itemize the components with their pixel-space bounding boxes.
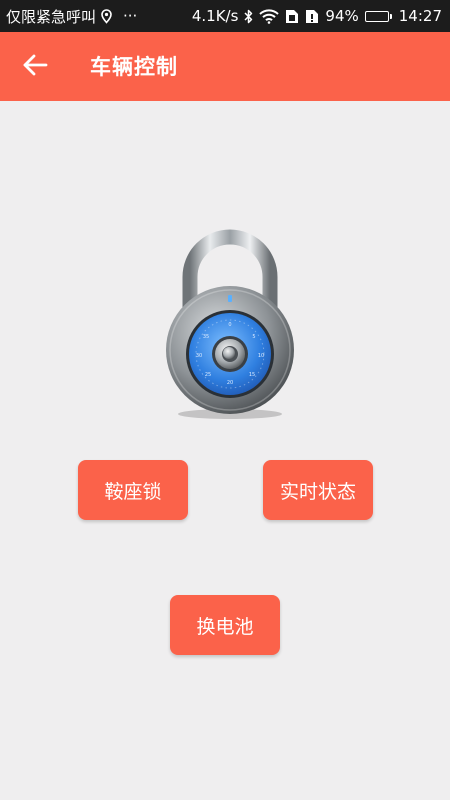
padlock-icon: 0 5 10 15 20 25 30 35: [158, 222, 302, 422]
svg-text:15: 15: [249, 372, 255, 378]
app-bar: 车辆控制: [0, 32, 450, 101]
sim2-icon: [305, 9, 319, 24]
svg-text:10: 10: [258, 353, 264, 359]
clock-time: 14:27: [398, 7, 442, 25]
battery-icon: [364, 10, 392, 22]
wifi-icon: [259, 8, 280, 24]
svg-text:30: 30: [196, 353, 202, 359]
bluetooth-icon: [244, 9, 253, 24]
svg-text:0: 0: [228, 322, 231, 328]
status-bar: 仅限紧急呼叫 ··· 4.1K/s 94% 14:27: [0, 0, 450, 32]
seat-lock-button[interactable]: 鞍座锁: [78, 460, 188, 520]
svg-text:25: 25: [205, 372, 211, 378]
network-speed: 4.1K/s: [191, 7, 239, 25]
realtime-status-button[interactable]: 实时状态: [263, 460, 373, 520]
battery-percent: 94%: [325, 7, 359, 25]
page-title: 车辆控制: [90, 55, 178, 79]
back-button[interactable]: [19, 52, 51, 82]
arrow-left-icon: [22, 53, 48, 81]
location-icon: [101, 8, 112, 24]
swap-battery-button[interactable]: 换电池: [170, 595, 280, 655]
svg-text:35: 35: [203, 334, 209, 340]
status-bar-right: 4.1K/s 94% 14:27: [192, 7, 442, 25]
carrier-text: 仅限紧急呼叫: [6, 7, 97, 26]
sim1-icon: [285, 9, 299, 24]
svg-text:20: 20: [227, 380, 233, 386]
more-notifications-indicator: ···: [123, 7, 138, 25]
status-bar-left: 仅限紧急呼叫 ···: [6, 6, 137, 27]
svg-text:5: 5: [252, 334, 255, 340]
